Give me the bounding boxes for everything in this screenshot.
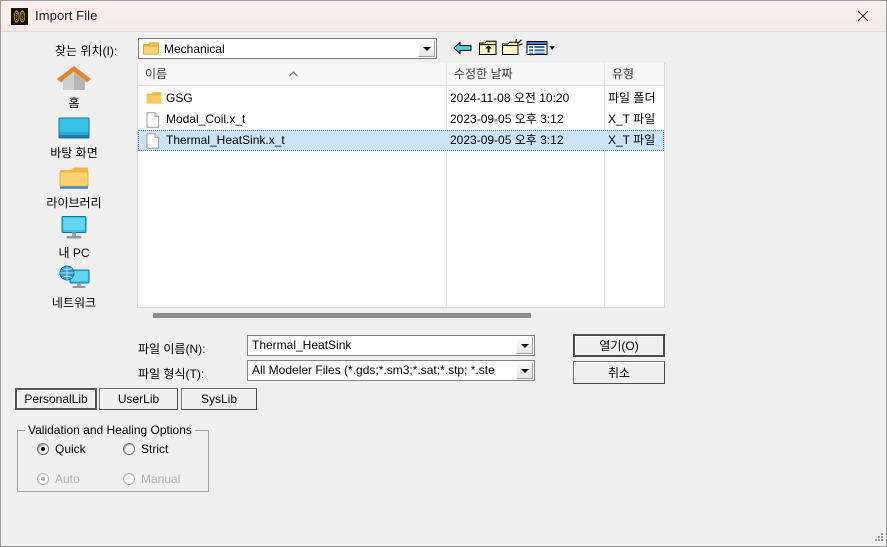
file-list-header: 이름 수정한 날짜 유형 — [138, 63, 664, 86]
file-list-view[interactable]: 이름 수정한 날짜 유형 GSG 2024-11-08 오전 10:20 파일 … — [137, 63, 665, 308]
back-arrow-icon[interactable] — [453, 39, 475, 59]
column-header-type[interactable]: 유형 — [604, 63, 664, 86]
home-icon — [15, 63, 133, 93]
look-in-combobox[interactable]: Mechanical — [138, 38, 437, 59]
table-row[interactable]: Modal_Coil.x_t 2023-09-05 오후 3:12 X_T 파일 — [138, 109, 664, 130]
close-icon — [857, 10, 869, 22]
radio-dot-icon — [123, 473, 135, 485]
file-name-label: 파일 이름(N): — [138, 342, 206, 356]
validation-healing-title: Validation and Healing Options — [25, 423, 195, 437]
sidebar-item-network-label: 네트워크 — [51, 296, 97, 310]
radio-manual: Manual — [123, 472, 180, 486]
ansys-app-icon — [11, 8, 28, 25]
radio-strict-label: Strict — [141, 442, 169, 456]
radio-quick-label: Quick — [55, 442, 86, 456]
look-in-value: Mechanical — [164, 42, 225, 56]
folder-icon — [146, 91, 162, 106]
close-button[interactable] — [840, 1, 886, 31]
sys-lib-button[interactable]: SysLib — [181, 388, 257, 410]
file-name-combobox[interactable]: Thermal_HeatSink — [247, 335, 535, 356]
sidebar-item-desktop[interactable]: 바탕 화면 — [15, 113, 133, 163]
look-in-dropdown-button[interactable] — [418, 40, 435, 57]
sidebar-item-library-label: 라이브러리 — [46, 196, 102, 210]
radio-manual-label: Manual — [141, 472, 181, 486]
up-one-level-icon[interactable] — [478, 39, 500, 59]
user-lib-button[interactable]: UserLib — [99, 388, 178, 410]
scrollbar-thumb[interactable] — [153, 313, 531, 318]
places-bar: 홈 바탕 화면 라이브러리 내 PC 네트워크 — [15, 63, 133, 313]
cancel-button[interactable]: 취소 — [573, 361, 665, 384]
sidebar-item-this-pc-label: 내 PC — [58, 246, 90, 260]
cell-type: X_T 파일 — [608, 133, 656, 147]
window-title: Import File — [35, 8, 98, 23]
file-name-input[interactable]: Thermal_HeatSink — [252, 338, 514, 353]
chevron-down-icon — [520, 368, 529, 373]
sidebar-item-this-pc[interactable]: 내 PC — [15, 213, 133, 263]
radio-auto-label: Auto — [55, 472, 80, 486]
file-type-combobox[interactable]: All Modeler Files (*.gds;*.sm3;*.sat;*.s… — [247, 360, 535, 381]
cell-date: 2024-11-08 오전 10:20 — [450, 91, 570, 105]
this-pc-icon — [15, 213, 133, 243]
resize-grip[interactable] — [871, 531, 884, 544]
table-row[interactable]: Thermal_HeatSink.x_t 2023-09-05 오후 3:12 … — [138, 130, 664, 151]
cell-name: Modal_Coil.x_t — [166, 112, 246, 126]
new-folder-icon[interactable] — [501, 38, 523, 59]
table-row[interactable]: GSG 2024-11-08 오전 10:20 파일 폴더 — [138, 88, 664, 109]
radio-dot-icon — [37, 473, 49, 485]
cell-name: GSG — [166, 91, 193, 105]
folder-icon — [143, 42, 159, 55]
cell-date: 2023-09-05 오후 3:12 — [450, 112, 564, 126]
import-file-dialog: Import File 찾는 위치(I): Mechanical 홈 바탕 화면… — [0, 0, 887, 547]
sidebar-item-desktop-label: 바탕 화면 — [50, 146, 98, 160]
personal-lib-button[interactable]: PersonalLib — [15, 388, 97, 410]
file-type-value: All Modeler Files (*.gds;*.sm3;*.sat;*.s… — [252, 363, 495, 377]
column-header-date-modified[interactable]: 수정한 날짜 — [446, 63, 604, 86]
cell-date: 2023-09-05 오후 3:12 — [450, 133, 564, 147]
file-icon — [146, 112, 162, 128]
network-icon — [15, 263, 133, 293]
open-button[interactable]: 열기(O) — [573, 334, 665, 357]
cell-type: 파일 폴더 — [608, 91, 656, 105]
radio-dot-icon — [123, 443, 135, 455]
chevron-down-icon — [422, 46, 431, 51]
radio-dot-icon — [37, 443, 49, 455]
sidebar-item-home-label: 홈 — [68, 96, 80, 110]
cell-name: Thermal_HeatSink.x_t — [166, 133, 285, 147]
sidebar-item-network[interactable]: 네트워크 — [15, 263, 133, 313]
chevron-down-icon — [520, 343, 529, 348]
cell-type: X_T 파일 — [608, 112, 656, 126]
sidebar-item-home[interactable]: 홈 — [15, 63, 133, 113]
library-folder-icon — [15, 163, 133, 193]
sidebar-item-library[interactable]: 라이브러리 — [15, 163, 133, 213]
file-icon — [146, 133, 162, 149]
title-bar: Import File — [1, 1, 886, 32]
desktop-icon — [15, 113, 133, 143]
look-in-label: 찾는 위치(I): — [55, 44, 118, 58]
radio-auto: Auto — [37, 472, 80, 486]
sort-ascending-icon — [289, 66, 298, 77]
file-type-label: 파일 형식(T): — [138, 367, 205, 381]
radio-strict[interactable]: Strict — [123, 442, 168, 456]
views-menu-icon[interactable] — [526, 39, 556, 59]
radio-quick[interactable]: Quick — [37, 442, 86, 456]
file-type-dropdown-button[interactable] — [516, 362, 533, 379]
file-name-dropdown-button[interactable] — [516, 337, 533, 354]
file-list-horizontal-scrollbar[interactable] — [137, 310, 665, 321]
